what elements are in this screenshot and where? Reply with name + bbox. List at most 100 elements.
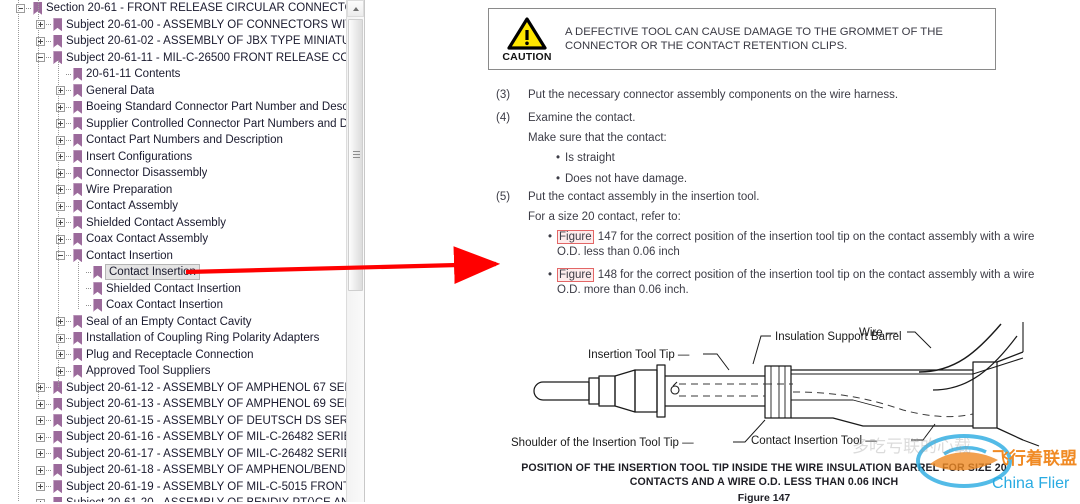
expand-icon[interactable] bbox=[56, 119, 65, 129]
tree-node-list: Section 20-61 - FRONT RELEASE CIRCULAR C… bbox=[0, 0, 346, 502]
figure-148-link[interactable]: Figure bbox=[557, 268, 594, 282]
scrollbar-thumb[interactable] bbox=[348, 19, 363, 291]
figure-147-link[interactable]: Figure bbox=[557, 230, 594, 244]
scroll-up-arrow-icon[interactable] bbox=[347, 0, 364, 17]
tree-item[interactable]: Subject 20-61-17 - ASSEMBLY OF MIL-C-264… bbox=[0, 446, 346, 463]
tree-item-label: Subject 20-61-11 - MIL-C-26500 FRONT REL… bbox=[66, 51, 346, 64]
tree-item-label: Seal of an Empty Contact Cavity bbox=[86, 315, 252, 328]
tree-connector-line bbox=[66, 123, 72, 125]
tree-item[interactable]: Shielded Contact Insertion bbox=[0, 281, 346, 298]
tree-item-label: Coax Contact Assembly bbox=[86, 233, 209, 245]
expand-icon[interactable] bbox=[56, 86, 65, 96]
tree-item[interactable]: Subject 20-61-02 - ASSEMBLY OF JBX TYPE … bbox=[0, 33, 346, 50]
expand-icon[interactable] bbox=[36, 383, 45, 393]
expand-icon[interactable] bbox=[56, 102, 65, 112]
figure-caption: POSITION OF THE INSERTION TOOL TIP INSID… bbox=[438, 462, 1080, 489]
tree-item[interactable]: Insert Configurations bbox=[0, 149, 346, 166]
tree-item[interactable]: Subject 20-61-11 - MIL-C-26500 FRONT REL… bbox=[0, 50, 346, 67]
expand-icon[interactable] bbox=[36, 20, 45, 30]
tree-item[interactable]: Subject 20-61-15 - ASSEMBLY OF DEUTSCH D… bbox=[0, 413, 346, 430]
bookmark-icon bbox=[73, 100, 82, 114]
tree-item[interactable]: Installation of Coupling Ring Polarity A… bbox=[0, 330, 346, 347]
step-5-text: Put the contact assembly in the insertio… bbox=[528, 191, 760, 203]
tree-vertical-scrollbar[interactable] bbox=[346, 0, 364, 502]
bookmark-icon bbox=[73, 232, 82, 246]
bookmark-icon bbox=[73, 348, 82, 362]
tree-item[interactable]: Wire Preparation bbox=[0, 182, 346, 199]
bookmark-icon bbox=[53, 397, 62, 411]
label-contact-insertion-tool: Contact Insertion Tool — bbox=[751, 435, 877, 447]
tree-item[interactable]: Subject 20-61-16 - ASSEMBLY OF MIL-C-264… bbox=[0, 429, 346, 446]
bookmark-icon bbox=[93, 265, 102, 279]
bookmark-icon bbox=[73, 199, 82, 213]
tree-item-selected[interactable]: Contact Insertion bbox=[0, 264, 346, 281]
tree-item[interactable]: Coax Contact Assembly bbox=[0, 231, 346, 248]
tree-connector-line bbox=[66, 172, 72, 174]
tree-connector-line bbox=[46, 57, 52, 59]
expand-icon[interactable] bbox=[36, 449, 45, 459]
document-content-pane: CAUTION A DEFECTIVE TOOL CAN CAUSE DAMAG… bbox=[488, 0, 1080, 504]
tree-item[interactable]: Supplier Controlled Connector Part Numbe… bbox=[0, 116, 346, 133]
expand-icon[interactable] bbox=[56, 350, 65, 360]
tree-item-label: Contact Insertion bbox=[86, 249, 173, 262]
tree-connector-line bbox=[46, 40, 52, 42]
bookmark-icon bbox=[53, 51, 62, 65]
expand-icon[interactable] bbox=[56, 317, 65, 327]
technical-illustration: Insertion Tool Tip — Insulation Support … bbox=[503, 318, 1080, 458]
expand-icon[interactable] bbox=[36, 432, 45, 442]
tree-item[interactable]: General Data bbox=[0, 83, 346, 100]
tree-item[interactable]: Coax Contact Insertion bbox=[0, 297, 346, 314]
tree-item[interactable]: Contact Part Numbers and Description bbox=[0, 132, 346, 149]
tree-scroll-area[interactable]: Section 20-61 - FRONT RELEASE CIRCULAR C… bbox=[0, 0, 346, 502]
collapse-icon[interactable] bbox=[56, 251, 65, 261]
tree-item[interactable]: Approved Tool Suppliers bbox=[0, 363, 346, 380]
tree-item-label: Supplier Controlled Connector Part Numbe… bbox=[86, 117, 346, 130]
expand-icon[interactable] bbox=[56, 366, 65, 376]
tree-item-label: Subject 20-61-19 - ASSEMBLY OF MIL-C-501… bbox=[66, 480, 346, 493]
expand-icon[interactable] bbox=[36, 416, 45, 426]
collapse-icon[interactable] bbox=[36, 53, 45, 63]
expand-icon[interactable] bbox=[56, 152, 65, 162]
tree-item[interactable]: Subject 20-61-19 - ASSEMBLY OF MIL-C-501… bbox=[0, 479, 346, 496]
expand-icon[interactable] bbox=[56, 218, 65, 228]
tree-item[interactable]: Subject 20-61-00 - ASSEMBLY OF CONNECTOR… bbox=[0, 17, 346, 34]
tree-connector-line bbox=[66, 337, 72, 339]
tree-item[interactable]: Plug and Receptacle Connection bbox=[0, 347, 346, 364]
tree-item-label: Installation of Coupling Ring Polarity A… bbox=[86, 332, 320, 344]
expand-icon[interactable] bbox=[56, 185, 65, 195]
tree-item[interactable]: Section 20-61 - FRONT RELEASE CIRCULAR C… bbox=[0, 0, 346, 17]
tree-item[interactable]: Subject 20-61-18 - ASSEMBLY OF AMPHENOL/… bbox=[0, 462, 346, 479]
tree-connector-line bbox=[46, 24, 52, 26]
step-4-bullet-list: • Is straight • Does not have damage. bbox=[556, 151, 687, 193]
expand-icon[interactable] bbox=[56, 234, 65, 244]
step-4-bullet-2: Does not have damage. bbox=[565, 173, 688, 185]
procedure-step-3: (3) Put the necessary connector assembly… bbox=[496, 88, 1056, 103]
tree-item[interactable]: Subject 20-61-13 - ASSEMBLY OF AMPHENOL … bbox=[0, 396, 346, 413]
expand-icon[interactable] bbox=[56, 168, 65, 178]
tree-item[interactable]: Contact Assembly bbox=[0, 198, 346, 215]
expand-icon[interactable] bbox=[56, 201, 65, 211]
tree-connector-line bbox=[86, 271, 92, 273]
collapse-icon[interactable] bbox=[16, 3, 25, 13]
tree-item[interactable]: 20-61-11 Contents bbox=[0, 66, 346, 83]
tree-item[interactable]: Contact Insertion bbox=[0, 248, 346, 265]
expand-icon[interactable] bbox=[36, 36, 45, 46]
tree-item[interactable]: Subject 20-61-12 - ASSEMBLY OF AMPHENOL … bbox=[0, 380, 346, 397]
tree-connector-line bbox=[66, 370, 72, 372]
expand-icon[interactable] bbox=[56, 135, 65, 145]
tree-item[interactable]: Shielded Contact Assembly bbox=[0, 215, 346, 232]
tree-item[interactable]: Connector Disassembly bbox=[0, 165, 346, 182]
expand-icon[interactable] bbox=[36, 482, 45, 492]
pane-gutter bbox=[365, 0, 488, 502]
expand-icon[interactable] bbox=[36, 399, 45, 409]
bookmark-icon bbox=[53, 447, 62, 461]
label-wire: Wire — bbox=[859, 327, 898, 339]
tree-connector-line bbox=[66, 90, 72, 92]
bookmark-icon bbox=[73, 315, 82, 329]
expand-icon[interactable] bbox=[36, 465, 45, 475]
expand-icon[interactable] bbox=[56, 333, 65, 343]
tree-item[interactable]: Seal of an Empty Contact Cavity bbox=[0, 314, 346, 331]
tree-item[interactable]: Subject 20-61-20 - ASSEMBLY OF BENDIX PT… bbox=[0, 495, 346, 502]
tree-item[interactable]: Boeing Standard Connector Part Number an… bbox=[0, 99, 346, 116]
bookmark-icon bbox=[73, 150, 82, 164]
